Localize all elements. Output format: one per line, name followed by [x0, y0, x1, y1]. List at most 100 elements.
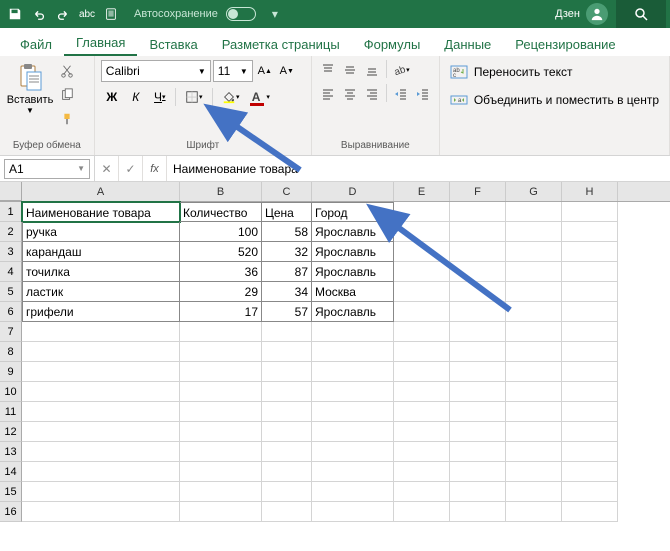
- column-header-A[interactable]: A: [22, 182, 180, 201]
- cell[interactable]: [506, 202, 562, 222]
- tab-home[interactable]: Главная: [64, 29, 137, 56]
- cell[interactable]: [394, 402, 450, 422]
- cell[interactable]: [562, 242, 618, 262]
- cell[interactable]: [450, 202, 506, 222]
- cell[interactable]: [180, 482, 262, 502]
- insert-function-button[interactable]: fx: [143, 156, 167, 181]
- cell[interactable]: [450, 322, 506, 342]
- tab-page-layout[interactable]: Разметка страницы: [210, 31, 352, 56]
- user-account[interactable]: Дзен: [555, 3, 608, 25]
- tab-data[interactable]: Данные: [432, 31, 503, 56]
- cell[interactable]: [506, 502, 562, 522]
- cell[interactable]: [262, 322, 312, 342]
- row-header[interactable]: 13: [0, 442, 22, 462]
- cell[interactable]: 520: [180, 242, 262, 262]
- cell[interactable]: [394, 502, 450, 522]
- cell[interactable]: [22, 402, 180, 422]
- align-bottom-button[interactable]: [362, 60, 382, 80]
- cell[interactable]: [562, 422, 618, 442]
- row-header[interactable]: 6: [0, 302, 22, 322]
- cell[interactable]: [394, 342, 450, 362]
- save-button[interactable]: [4, 3, 26, 25]
- cell[interactable]: [394, 202, 450, 222]
- cell[interactable]: [312, 422, 394, 442]
- cell[interactable]: [22, 382, 180, 402]
- cell[interactable]: 29: [180, 282, 262, 302]
- row-header[interactable]: 5: [0, 282, 22, 302]
- cell[interactable]: [180, 342, 262, 362]
- tab-formulas[interactable]: Формулы: [352, 31, 433, 56]
- column-header-E[interactable]: E: [394, 182, 450, 201]
- row-header[interactable]: 4: [0, 262, 22, 282]
- cell[interactable]: Город: [312, 202, 394, 222]
- font-size-combo[interactable]: 11▼: [213, 60, 253, 82]
- name-box[interactable]: A1▼: [4, 159, 90, 179]
- decrease-font-button[interactable]: A▼: [277, 60, 297, 82]
- cell[interactable]: [312, 462, 394, 482]
- cell[interactable]: 58: [262, 222, 312, 242]
- cell[interactable]: [22, 322, 180, 342]
- cell[interactable]: 34: [262, 282, 312, 302]
- cell[interactable]: [562, 502, 618, 522]
- cell[interactable]: Ярославль: [312, 242, 394, 262]
- cell[interactable]: Наименование товара: [22, 202, 180, 222]
- row-header[interactable]: 10: [0, 382, 22, 402]
- cell[interactable]: [262, 422, 312, 442]
- cell[interactable]: [394, 222, 450, 242]
- cell[interactable]: [312, 402, 394, 422]
- cell[interactable]: 32: [262, 242, 312, 262]
- cell[interactable]: Москва: [312, 282, 394, 302]
- cell[interactable]: [180, 362, 262, 382]
- cell[interactable]: [262, 502, 312, 522]
- cell[interactable]: [450, 482, 506, 502]
- row-header[interactable]: 11: [0, 402, 22, 422]
- cell[interactable]: [262, 382, 312, 402]
- cell[interactable]: грифели: [22, 302, 180, 322]
- decrease-indent-button[interactable]: [391, 84, 411, 104]
- column-header-G[interactable]: G: [506, 182, 562, 201]
- cell[interactable]: [312, 482, 394, 502]
- row-header[interactable]: 7: [0, 322, 22, 342]
- cell[interactable]: [312, 342, 394, 362]
- tab-review[interactable]: Рецензирование: [503, 31, 627, 56]
- cell[interactable]: [312, 322, 394, 342]
- cell[interactable]: ластик: [22, 282, 180, 302]
- qat-customize-button[interactable]: ▾: [264, 3, 286, 25]
- align-right-button[interactable]: [362, 84, 382, 104]
- cell[interactable]: [562, 382, 618, 402]
- row-header[interactable]: 9: [0, 362, 22, 382]
- cell[interactable]: [312, 382, 394, 402]
- cell[interactable]: [394, 422, 450, 442]
- cell[interactable]: [262, 362, 312, 382]
- cell[interactable]: [562, 322, 618, 342]
- undo-button[interactable]: [28, 3, 50, 25]
- tab-file[interactable]: Файл: [8, 31, 64, 56]
- cell[interactable]: [180, 502, 262, 522]
- cell[interactable]: [562, 362, 618, 382]
- cell[interactable]: [562, 262, 618, 282]
- cell[interactable]: [262, 442, 312, 462]
- select-all-corner[interactable]: [0, 182, 22, 201]
- cell[interactable]: ручка: [22, 222, 180, 242]
- column-header-C[interactable]: C: [262, 182, 312, 201]
- cell[interactable]: [562, 342, 618, 362]
- column-header-H[interactable]: H: [562, 182, 618, 201]
- cell[interactable]: [450, 342, 506, 362]
- cell[interactable]: [562, 222, 618, 242]
- increase-indent-button[interactable]: [413, 84, 433, 104]
- borders-button[interactable]: ▾: [180, 86, 208, 108]
- copy-button[interactable]: [56, 84, 78, 106]
- row-header[interactable]: 16: [0, 502, 22, 522]
- cell[interactable]: [394, 382, 450, 402]
- cell[interactable]: [506, 242, 562, 262]
- cell[interactable]: [506, 282, 562, 302]
- cell[interactable]: [262, 482, 312, 502]
- spellcheck-button[interactable]: abc: [76, 3, 98, 25]
- cell[interactable]: [562, 482, 618, 502]
- cell[interactable]: [562, 302, 618, 322]
- cell[interactable]: [394, 482, 450, 502]
- cell[interactable]: [394, 322, 450, 342]
- cell[interactable]: карандаш: [22, 242, 180, 262]
- font-color-button[interactable]: A▾: [247, 86, 275, 108]
- cell[interactable]: 57: [262, 302, 312, 322]
